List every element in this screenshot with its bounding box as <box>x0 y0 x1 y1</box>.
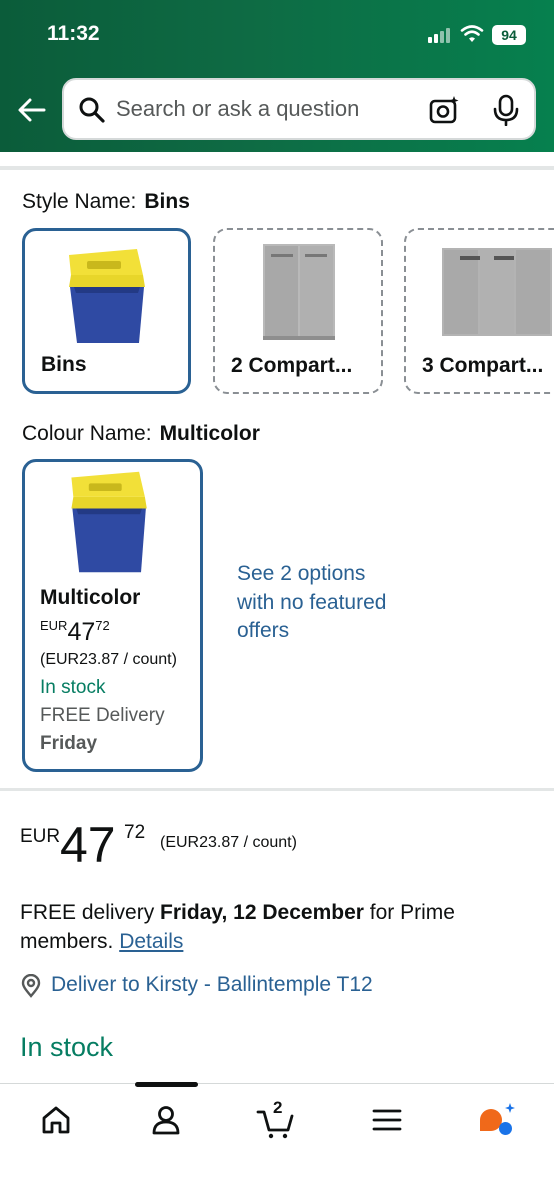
price-fraction: 72 <box>124 822 146 843</box>
multicolor-bin-image <box>71 471 147 573</box>
colour-card-delivery-day: Friday <box>40 733 98 754</box>
wifi-icon <box>460 25 484 42</box>
cart-count-badge: 2 <box>273 1098 283 1117</box>
style-option-label: 3 Compart... <box>422 354 544 377</box>
unit-price: (EUR23.87 / count) <box>160 834 297 851</box>
style-option-label: Bins <box>41 353 87 376</box>
availability-status: In stock <box>20 1032 114 1062</box>
home-icon[interactable] <box>36 1100 76 1140</box>
style-option-label: 2 Compart... <box>231 354 353 377</box>
search-icon <box>79 97 105 123</box>
delivery-date: Friday, 12 December <box>160 901 364 924</box>
colour-card-delivery: FREE Delivery <box>40 705 165 726</box>
colour-label-text: Colour Name: <box>22 422 152 445</box>
location-pin-icon <box>21 974 41 998</box>
price-currency: EUR <box>20 826 61 847</box>
style-selected-value: Bins <box>144 190 190 213</box>
style-name-label: Style Name: Bins <box>22 190 190 214</box>
colour-selected-value: Multicolor <box>159 422 260 445</box>
delivery-prefix: FREE delivery <box>20 901 161 924</box>
style-option-2-compartment[interactable]: 2 Compart... <box>213 228 383 394</box>
colour-card-price: EUR4772 <box>40 618 110 647</box>
status-time: 11:32 <box>47 22 100 45</box>
colour-card-unit-price: (EUR23.87 / count) <box>40 651 177 668</box>
colour-card-name: Multicolor <box>40 586 141 609</box>
style-option-3-compartment[interactable]: 3 Compart... <box>404 228 554 394</box>
cart-button[interactable]: 2 <box>256 1098 296 1140</box>
price-whole: 47 <box>67 618 96 646</box>
search-bar[interactable] <box>62 78 536 140</box>
see-options-link[interactable]: See 2 options with no featured offers <box>237 560 407 646</box>
colour-name-label: Colour Name: Multicolor <box>22 422 260 446</box>
price-fraction: 72 <box>95 618 110 633</box>
price-whole: 47 <box>60 817 116 873</box>
colour-card-stock: In stock <box>40 677 106 698</box>
account-icon[interactable] <box>146 1100 186 1140</box>
deliver-to-label[interactable]: Deliver to Kirsty - Ballintemple T12 <box>51 973 373 997</box>
delivery-message: FREE delivery Friday, 12 December for Pr… <box>20 898 530 956</box>
battery-indicator: 94 <box>492 25 526 45</box>
bottom-navigation: 2 <box>0 1082 554 1200</box>
colour-option-multicolor[interactable]: Multicolor EUR4772 (EUR23.87 / count) In… <box>22 459 203 772</box>
style-option-bins[interactable]: Bins <box>22 228 191 394</box>
menu-icon[interactable] <box>367 1100 407 1140</box>
price-currency: EUR <box>40 618 68 633</box>
style-label-text: Style Name: <box>22 190 137 213</box>
active-tab-indicator <box>135 1082 198 1087</box>
details-link[interactable]: Details <box>119 930 183 953</box>
app-header: 11:32 94 <box>0 0 554 152</box>
microphone-icon[interactable] <box>492 94 520 126</box>
back-arrow-icon[interactable] <box>16 94 48 126</box>
section-divider <box>0 166 554 170</box>
section-divider <box>0 788 554 791</box>
camera-icon[interactable] <box>428 94 460 126</box>
cellular-signal-icon <box>428 27 454 43</box>
search-input[interactable] <box>116 94 416 124</box>
rufus-assistant-icon[interactable] <box>476 1100 516 1140</box>
